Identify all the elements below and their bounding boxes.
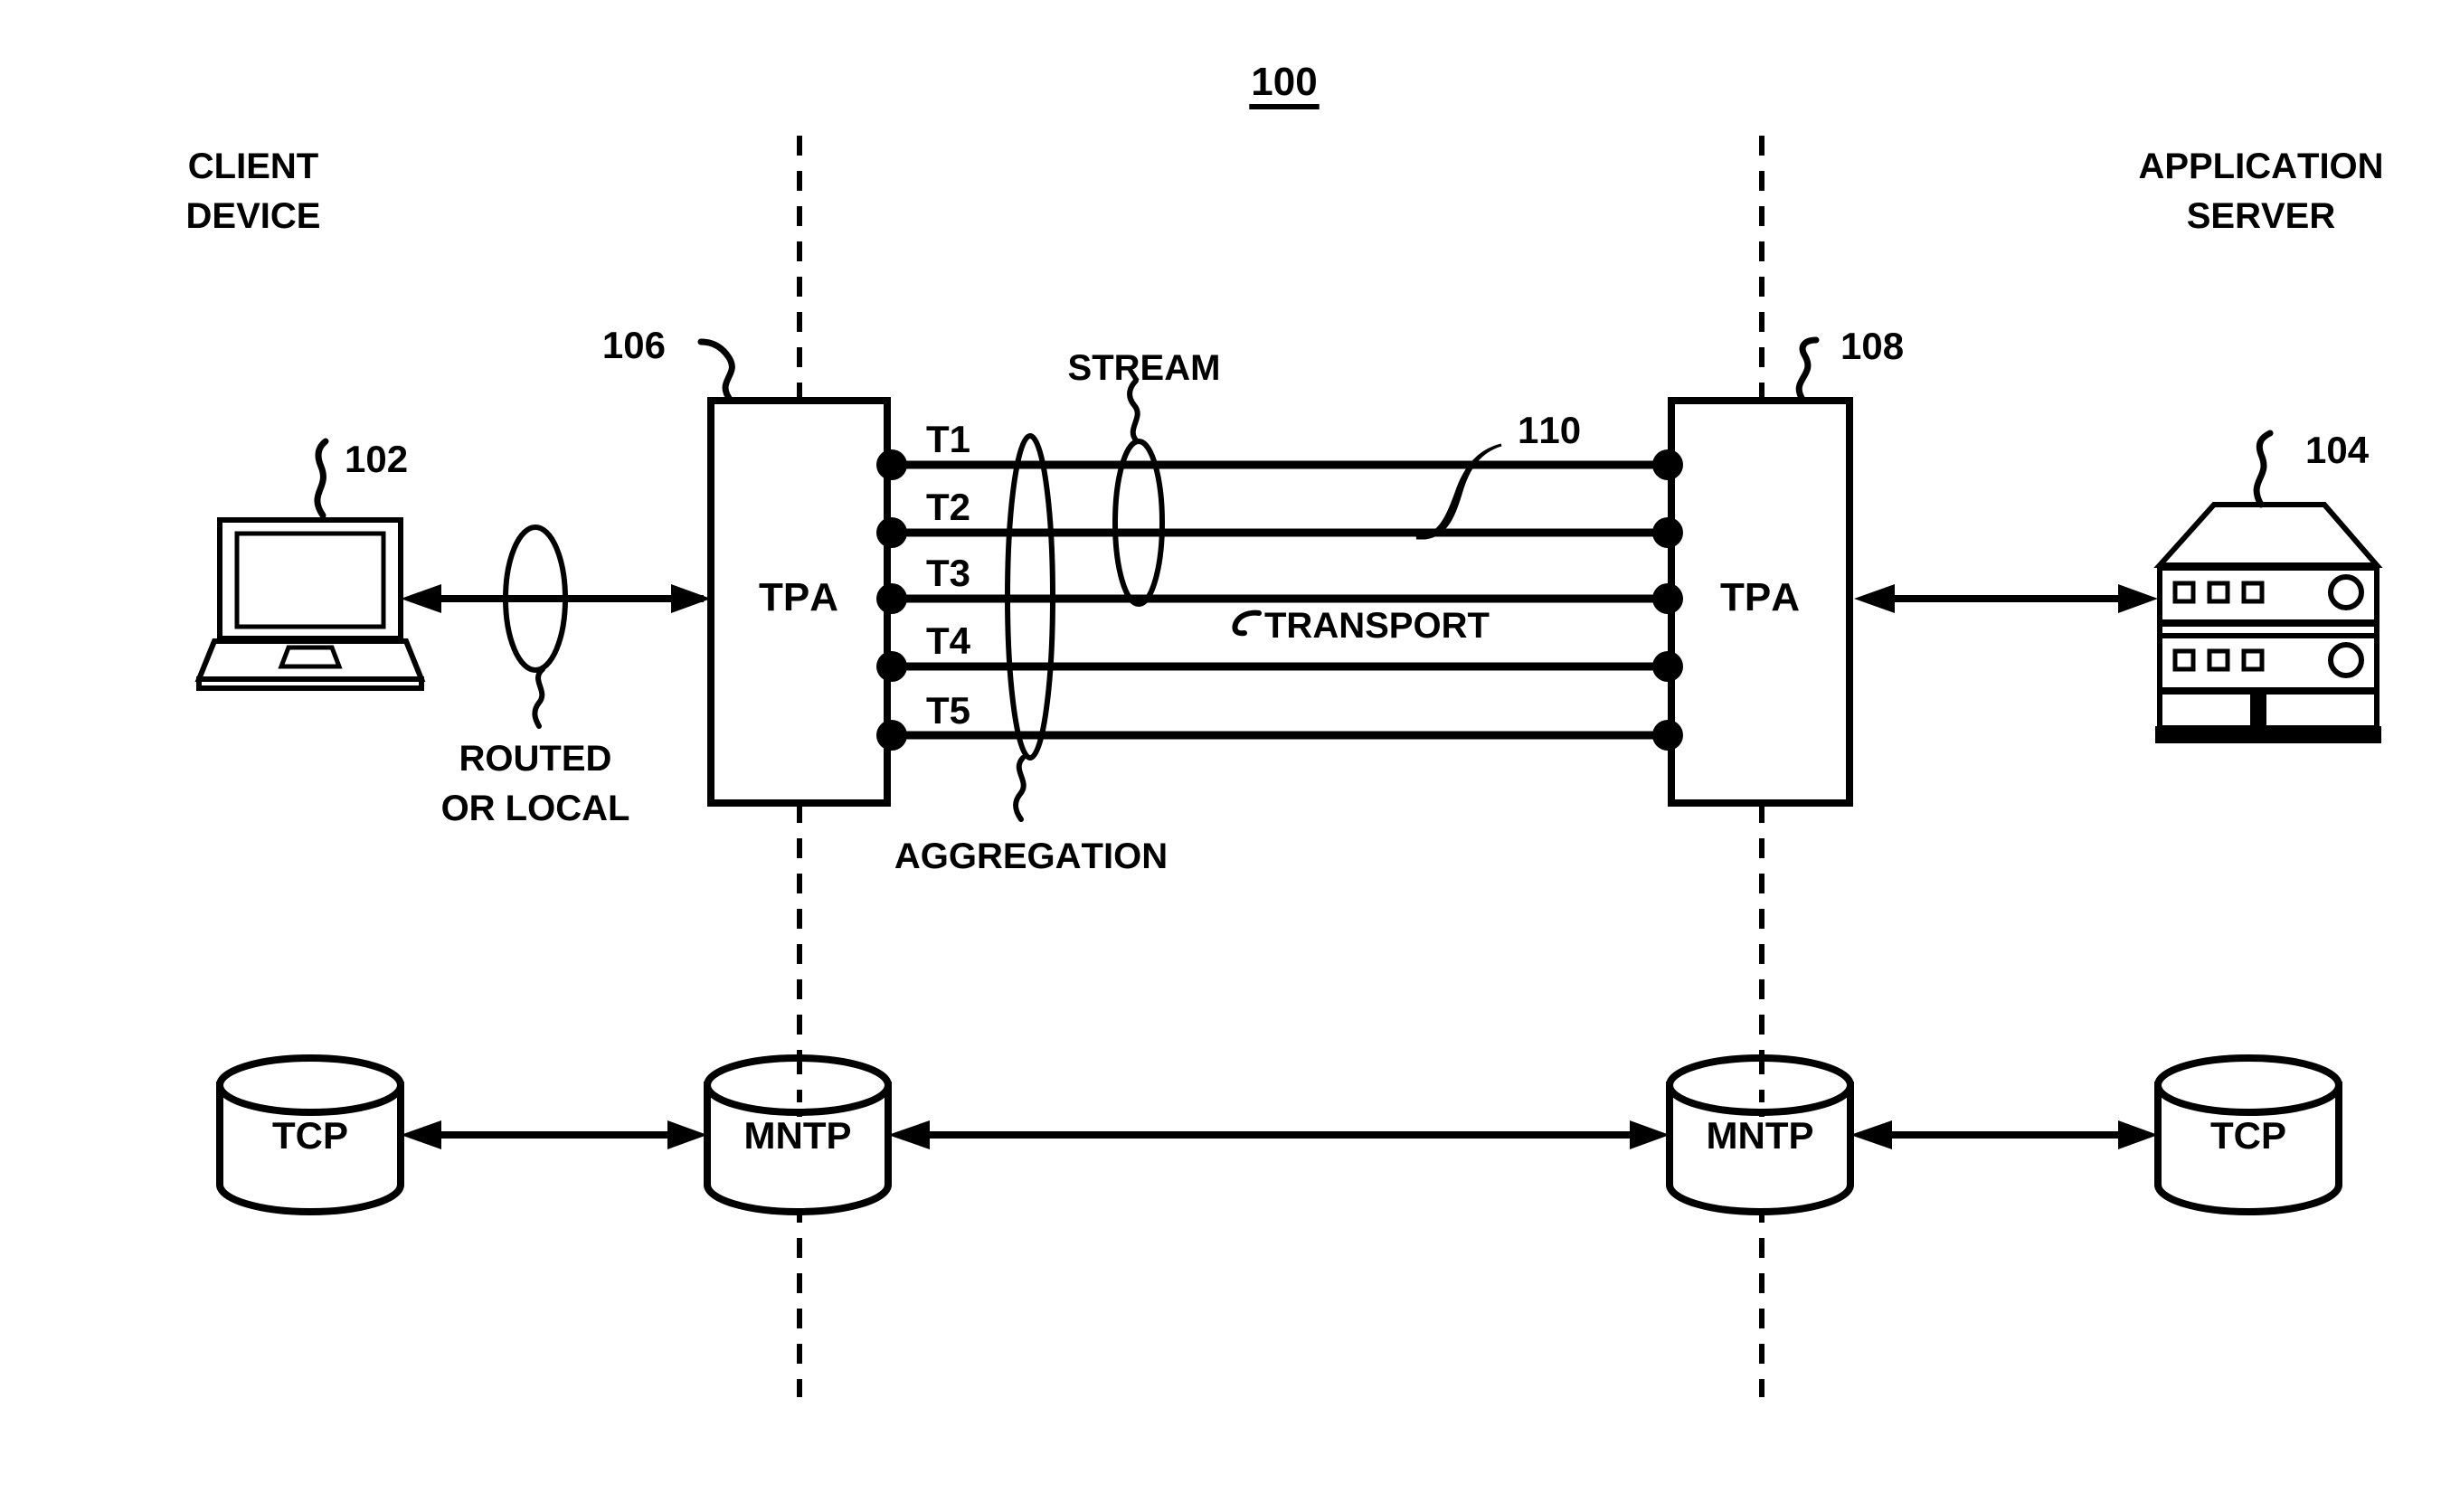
figure-number: 100 [1251,60,1317,104]
stream-leader [1127,378,1140,444]
tcp-right-cylinder[interactable]: TCP [2154,1054,2342,1215]
mntp-left-mntp-right-arrow [888,1120,1670,1149]
arrowhead-left-server [1854,584,1895,613]
transport-label-t3: T3 [926,552,970,594]
stream-annotation: STREAM [1068,348,1221,607]
client-device-label-group: CLIENT DEVICE [186,146,321,236]
application-server-label-line2: SERVER [2187,196,2336,236]
arrowhead-right-tcpL [667,1120,707,1149]
arrowhead-left-tcpR [1850,1120,1892,1149]
transport-endpoint-right-t2 [1652,517,1683,548]
application-server-icon-fills [2155,692,2381,743]
transport-label-t5: T5 [926,689,970,732]
server-connection-arrow [1854,584,2158,613]
boundary-dashed-lines [797,136,1765,1397]
arrowhead-right [671,584,711,613]
tcp-right-label: TCP [2210,1114,2286,1157]
client-device-label-line2: DEVICE [186,196,321,236]
client-device-ref-leader: 102 [314,438,408,519]
arrowhead-left-tcpL [401,1120,441,1149]
transport-endpoint-right-t4 [1652,651,1683,682]
transport-leader [1232,610,1262,637]
transport-endpoint-right-t1 [1652,449,1683,480]
mntp-right-tcp-right-arrow [1850,1120,2158,1149]
tpa-left-ref-leader: 106 [602,324,735,404]
transport-endpoint-left-t4 [876,651,907,682]
transport-endpoint-left-t3 [876,583,907,614]
mntp-right-label: MNTP [1707,1114,1814,1157]
application-server-label-group: APPLICATION SERVER [2138,146,2383,236]
tpa-left-label: TPA [759,575,838,619]
stream-link-reference-number: 110 [1518,409,1581,451]
client-device-label-line1: CLIENT [188,146,318,186]
transport-endpoint-right-t5 [1652,720,1683,751]
tpa-right-reference-number: 108 [1840,325,1904,367]
patent-figure-diagram: 100 CLIENT DEVICE APPLICATION SERVER 102… [186,60,2384,1397]
application-server-label-line1: APPLICATION [2138,146,2383,186]
tpa-left-box[interactable]: TPA [707,397,891,807]
routed-or-local-label-line2: OR LOCAL [441,789,630,828]
routed-or-local-label-line1: ROUTED [459,739,612,779]
tpa-left-reference-number: 106 [602,324,666,366]
boundary-dash-over-cylinders [797,1060,1765,1117]
application-server-ref-leader: 104 [2253,429,2370,508]
client-device-reference-number: 102 [345,438,408,480]
figure-canvas: 100 CLIENT DEVICE APPLICATION SERVER 102… [0,0,2441,1512]
transport-label-t2: T2 [926,486,970,528]
tpa-right-box[interactable]: TPA [1668,397,1853,807]
application-server-icon [2153,502,2383,731]
transport-label-t1: T1 [926,418,970,460]
client-device-laptop-icon [194,517,426,691]
arrowhead-right-tcpR [2118,1120,2158,1149]
mntp-left-cylinder[interactable]: MNTP [704,1054,892,1215]
transport-annotation: TRANSPORT [1232,606,1490,646]
figure-number-group: 100 [1249,60,1320,109]
transport-label-t4: T4 [926,619,971,662]
tcp-left-cylinder[interactable]: TCP [216,1054,404,1215]
aggregation-leader [1013,755,1027,822]
arrowhead-right-mntp [1630,1120,1670,1149]
mntp-left-label: MNTP [744,1114,852,1157]
tpa-right-label: TPA [1720,575,1800,619]
transport-endpoint-right-t3 [1652,583,1683,614]
mntp-right-cylinder[interactable]: MNTP [1666,1054,1854,1215]
application-server-reference-number: 104 [2305,429,2370,471]
stream-label: STREAM [1068,348,1221,388]
aggregation-label: AGGREGATION [894,836,1168,876]
arrowhead-left-mntp [888,1120,930,1149]
tpa-right-ref-leader: 108 [1795,325,1904,404]
routed-or-local-leader [532,666,545,729]
transport-endpoint-left-t5 [876,720,907,751]
tcp-left-mntp-left-arrow [401,1120,707,1149]
arrowhead-right-server [2118,584,2158,613]
arrowhead-left [401,584,441,613]
transport-label: TRANSPORT [1264,606,1490,646]
routed-or-local-connection: ROUTED OR LOCAL [401,524,711,828]
transport-endpoint-left-t1 [876,449,907,480]
stream-link-ref-leader: 110 [1415,409,1581,540]
tcp-left-label: TCP [272,1114,348,1157]
transport-endpoint-left-t2 [876,517,907,548]
transport-lines-group [876,449,1683,751]
